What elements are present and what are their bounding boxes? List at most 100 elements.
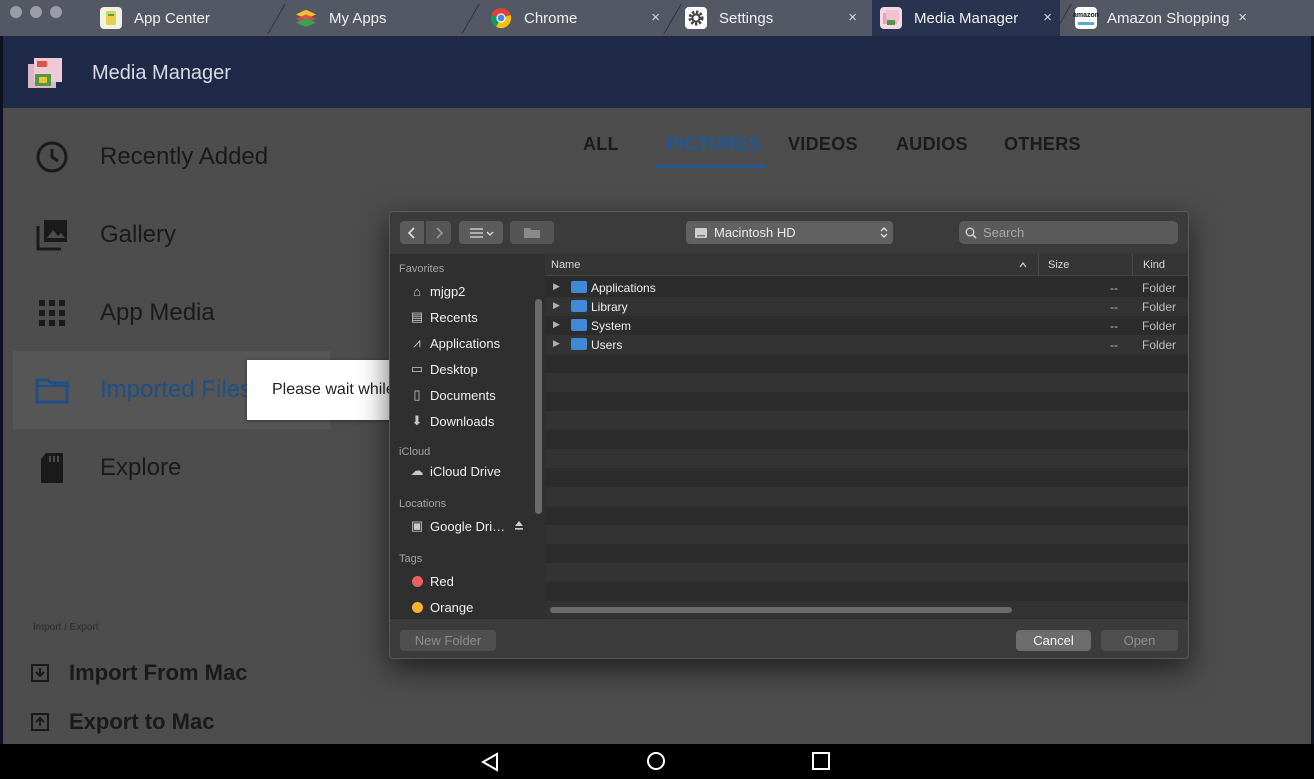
file-row-applications[interactable]: ▶ Applications -- Folder — [545, 278, 1188, 297]
empty-row — [545, 354, 1188, 373]
sidebar-item-label: Explore — [100, 454, 182, 481]
disclosure-triangle-icon[interactable]: ▶ — [553, 338, 560, 349]
home-icon[interactable] — [646, 751, 666, 771]
sort-ascending-icon — [1019, 262, 1027, 268]
app-title: Media Manager — [92, 62, 231, 84]
empty-row — [545, 430, 1188, 449]
tab-close-button[interactable]: × — [651, 9, 660, 26]
grid-icon — [39, 300, 65, 326]
tab-divider — [267, 4, 286, 34]
downloads-icon: ⬇ — [411, 413, 423, 428]
loading-toast-text: Please wait while — [272, 381, 395, 398]
folder-icon — [571, 338, 587, 350]
tab-videos[interactable]: VIDEOS — [788, 134, 858, 155]
sidebar-item-recently-added[interactable]: Recently Added — [3, 118, 330, 196]
empty-row — [545, 392, 1188, 411]
export-icon — [31, 713, 49, 731]
window-minimize-button[interactable] — [30, 6, 42, 18]
favorites-header: Favorites — [399, 263, 445, 275]
media-manager-icon — [880, 7, 902, 29]
tab-close-button[interactable]: × — [1238, 9, 1247, 26]
search-placeholder: Search — [983, 225, 1025, 240]
new-folder-toolbar-button[interactable] — [510, 221, 554, 244]
tab-my-apps[interactable]: My Apps — [295, 0, 465, 36]
new-folder-button[interactable]: New Folder — [400, 630, 496, 651]
disclosure-triangle-icon[interactable]: ▶ — [553, 319, 560, 330]
back-icon[interactable] — [480, 752, 500, 772]
kind-column-header[interactable]: Kind — [1143, 259, 1165, 271]
sidebar-item-explore[interactable]: Explore — [3, 429, 330, 507]
app-tab-bar: App Center My Apps Chrome × Settings × M… — [0, 0, 1314, 36]
name-column-header[interactable]: Name — [551, 259, 580, 271]
file-size: -- — [1110, 319, 1118, 333]
eject-icon[interactable] — [514, 520, 524, 531]
empty-row — [545, 487, 1188, 506]
tab-pictures[interactable]: PICTURES — [667, 134, 760, 155]
tab-chrome[interactable]: Chrome × — [490, 0, 668, 36]
tab-settings[interactable]: Settings × — [685, 0, 865, 36]
sidebar-item-label: Documents — [430, 387, 496, 403]
tab-app-center[interactable]: App Center — [100, 0, 270, 36]
folder-icon — [35, 378, 69, 404]
sidebar-scrollbar[interactable] — [535, 299, 542, 514]
forward-button[interactable] — [426, 221, 451, 244]
window-close-button[interactable] — [10, 6, 22, 18]
tab-others[interactable]: OTHERS — [1004, 134, 1081, 155]
import-from-mac-button[interactable]: Import From Mac — [31, 660, 247, 686]
size-column-header[interactable]: Size — [1048, 259, 1069, 271]
sidebar-item-gallery[interactable]: Gallery — [3, 196, 330, 274]
file-kind: Folder — [1142, 338, 1177, 352]
tab-amazon-shopping[interactable]: amazon Amazon Shopping × — [1073, 0, 1255, 36]
sidebar-item-documents[interactable]: ▯ Documents — [408, 385, 496, 405]
disclosure-triangle-icon[interactable]: ▶ — [553, 300, 560, 311]
sidebar-item-mjgp2[interactable]: ⌂ mjgp2 — [408, 281, 465, 301]
sidebar-item-label: Applications — [430, 335, 501, 351]
file-name: Users — [591, 338, 623, 352]
sidebar-item-label: Downloads — [430, 413, 495, 429]
file-row-system[interactable]: ▶ System -- Folder — [545, 316, 1188, 335]
app-center-icon — [100, 7, 122, 29]
disclosure-triangle-icon[interactable]: ▶ — [553, 281, 560, 292]
sidebar-item-downloads[interactable]: ⬇ Downloads — [408, 411, 495, 431]
tab-audios[interactable]: AUDIOS — [896, 134, 968, 155]
file-kind: Folder — [1142, 319, 1177, 333]
location-dropdown[interactable]: Macintosh HD — [686, 221, 893, 244]
empty-row — [545, 563, 1188, 582]
sidebar-tag-orange[interactable]: Orange — [408, 597, 473, 617]
window-zoom-button[interactable] — [50, 6, 62, 18]
open-button[interactable]: Open — [1101, 630, 1178, 651]
file-row-library[interactable]: ▶ Library -- Folder — [545, 297, 1188, 316]
android-navigation-bar — [0, 744, 1314, 779]
empty-row — [545, 582, 1188, 601]
tab-all[interactable]: ALL — [583, 134, 619, 155]
recent-apps-icon[interactable] — [812, 752, 830, 770]
tab-media-manager[interactable]: Media Manager × — [872, 0, 1060, 36]
file-row-users[interactable]: ▶ Users -- Folder — [545, 335, 1188, 354]
file-name: System — [591, 319, 632, 333]
documents-icon: ▯ — [413, 387, 421, 402]
empty-row — [545, 449, 1188, 468]
sidebar-item-icloud-drive[interactable]: ☁ iCloud Drive — [408, 461, 501, 481]
tab-close-button[interactable]: × — [848, 9, 857, 26]
sidebar-item-label: Recents — [430, 309, 478, 325]
tab-close-button[interactable]: × — [1043, 9, 1052, 26]
sidebar-item-applications[interactable]: ⩘ Applications — [408, 333, 500, 353]
sidebar-item-recents[interactable]: ▤ Recents — [408, 307, 478, 327]
tab-label: App Center — [134, 9, 210, 27]
chrome-icon — [490, 7, 512, 29]
search-field[interactable]: Search — [959, 221, 1178, 244]
sidebar-item-app-media[interactable]: App Media — [3, 274, 330, 352]
app-header: Media Manager — [3, 36, 1311, 108]
drive-icon: ▣ — [410, 518, 424, 533]
cancel-button[interactable]: Cancel — [1016, 630, 1091, 651]
export-to-mac-label: Export to Mac — [69, 709, 215, 734]
amazon-icon: amazon — [1073, 7, 1099, 29]
sidebar-item-google-drive[interactable]: ▣ Google Dri… — [408, 516, 505, 536]
export-to-mac-button[interactable]: Export to Mac — [31, 709, 214, 735]
red-tag-icon — [408, 573, 426, 589]
sidebar-tag-red[interactable]: Red — [408, 571, 454, 591]
back-button[interactable] — [400, 221, 424, 244]
file-list-horizontal-scrollbar[interactable] — [550, 607, 1012, 613]
sidebar-item-desktop[interactable]: ▭ Desktop — [408, 359, 478, 379]
view-options-button[interactable] — [459, 221, 503, 244]
